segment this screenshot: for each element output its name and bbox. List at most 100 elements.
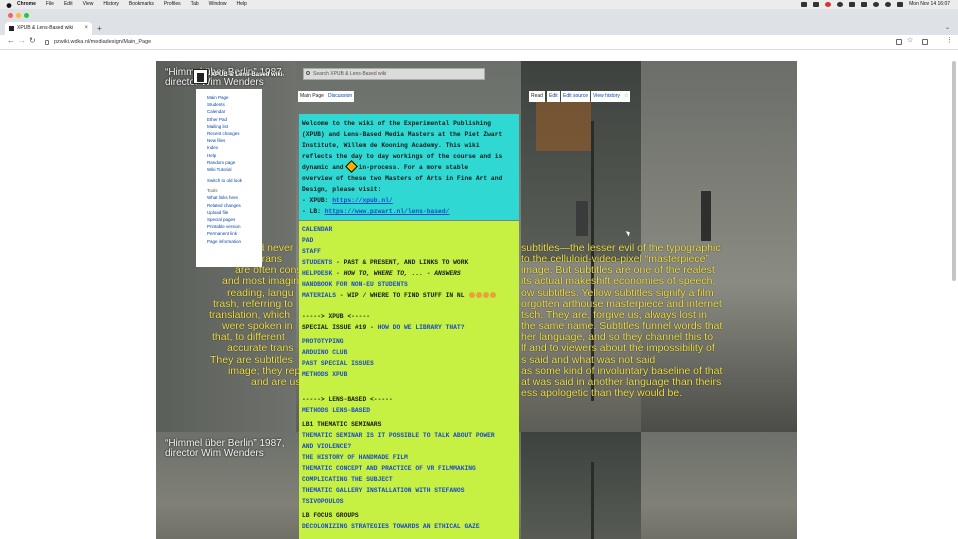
pen-icon[interactable] — [813, 2, 820, 7]
pad-link[interactable]: PAD — [302, 237, 313, 244]
wiki-logo[interactable] — [193, 69, 208, 84]
xpub-url-link[interactable]: https://xpub.nl/ — [332, 197, 392, 204]
watch-star-icon[interactable]: ☆ — [622, 91, 631, 102]
search-icon[interactable] — [885, 2, 892, 7]
side-panel-icon[interactable] — [922, 39, 928, 45]
share-icon[interactable] — [896, 39, 902, 45]
seminar-power-link-cont[interactable]: AND VIOLENCE? — [302, 443, 351, 450]
window-minimize-button[interactable] — [16, 13, 21, 18]
nav-help[interactable]: Help — [207, 152, 262, 159]
special-issue-link[interactable]: HOW DO WE LIBRARY THAT? — [378, 324, 465, 331]
tool-special-pages[interactable]: Special pages — [207, 216, 262, 223]
pedestrian — [701, 191, 711, 241]
back-arrow-icon[interactable]: ← — [7, 36, 15, 45]
lb-label: - LB: — [302, 208, 321, 215]
switch-old-look-link[interactable]: Switch to old look — [207, 177, 262, 184]
status-circle-icon[interactable] — [837, 2, 844, 7]
tab-search-chevron-icon[interactable]: ⌄ — [945, 24, 950, 31]
calendar-link[interactable]: CALENDAR — [302, 226, 332, 233]
browser-menu-icon[interactable]: ⋮ — [946, 36, 953, 44]
cloud-icon[interactable] — [801, 2, 808, 7]
methods-xpub-link[interactable]: METHODS XPUB — [302, 371, 347, 378]
menu-help[interactable]: Help — [236, 0, 246, 9]
materials-link[interactable]: MATERIALS — [302, 292, 336, 299]
clock[interactable]: Mon Nov 14 16:07 — [909, 0, 950, 9]
xpub-label: - XPUB: — [302, 197, 329, 204]
tab-view-history[interactable]: View history — [591, 91, 622, 102]
nav-wiki-tutorial[interactable]: Wiki Tutorial — [207, 166, 262, 173]
nav-random-page[interactable]: Random page — [207, 159, 262, 166]
nav-mailing-list[interactable]: Mailing list — [207, 123, 262, 130]
reload-icon[interactable]: ↻ — [29, 36, 36, 45]
audio-icon[interactable] — [849, 2, 856, 7]
menu-view[interactable]: View — [83, 0, 94, 9]
window-close-button[interactable] — [8, 13, 13, 18]
complicating-subject-link[interactable]: COMPLICATING THE SUBJECT — [302, 476, 393, 483]
tab-edit[interactable]: Edit — [547, 91, 560, 102]
helpdesk-link[interactable]: HELPDESK — [302, 270, 332, 277]
page-scrollbar[interactable] — [952, 61, 956, 281]
gallery-installation-link[interactable]: THEMATIC GALLERY INSTALLATION WITH STEFA… — [302, 487, 465, 494]
window-zoom-button[interactable] — [24, 13, 29, 18]
forward-arrow-icon[interactable]: → — [18, 36, 26, 45]
handbook-link[interactable]: HANDBOOK FOR NON-EU STUDENTS — [302, 281, 408, 288]
play-icon[interactable] — [861, 2, 868, 7]
tool-what-links-here[interactable]: What links here — [207, 194, 262, 201]
methods-lens-based-link[interactable]: METHODS LENS-BASED — [302, 407, 370, 414]
bookmark-star-icon[interactable]: ☆ — [907, 36, 913, 44]
control-center-icon[interactable] — [897, 2, 904, 7]
tab-read[interactable]: Read — [529, 91, 545, 102]
tool-page-information[interactable]: Page information — [207, 238, 262, 245]
menu-edit[interactable]: Edit — [64, 0, 73, 9]
staff-link[interactable]: STAFF — [302, 248, 321, 255]
tab-discussion[interactable]: Discussion — [326, 91, 355, 102]
lock-icon[interactable] — [45, 40, 49, 45]
construction-sign-icon — [344, 160, 358, 173]
video-title-2-line-2: director Wim Wenders — [165, 448, 264, 459]
tool-permanent-link[interactable]: Permanent link — [207, 230, 262, 237]
nav-calendar[interactable]: Calendar — [207, 108, 262, 115]
wiki-search-input[interactable]: Search XPUB & Lens-Based wiki — [303, 68, 485, 80]
prototyping-link[interactable]: PROTOTYPING — [302, 338, 344, 345]
tab-main-page[interactable]: Main Page — [298, 91, 326, 102]
tab-close-icon[interactable]: × — [84, 22, 88, 35]
nav-index[interactable]: Index — [207, 144, 262, 151]
tab-edit-source[interactable]: Edit source — [561, 91, 591, 102]
record-icon[interactable] — [825, 2, 832, 7]
tool-upload-file[interactable]: Upload file — [207, 209, 262, 216]
tool-printable-version[interactable]: Printable version — [207, 223, 262, 230]
menu-app-name[interactable]: Chrome — [17, 0, 36, 9]
wiki-site-name[interactable]: XPUB & Lens-Based wiki — [211, 72, 282, 78]
menu-file[interactable]: File — [46, 0, 54, 9]
students-link[interactable]: STUDENTS — [302, 259, 332, 266]
menu-history[interactable]: History — [103, 0, 119, 9]
nav-new-files[interactable]: New files — [207, 137, 262, 144]
vr-filmmaking-link[interactable]: THEMATIC CONCEPT AND PRACTICE OF VR FILM… — [302, 465, 476, 472]
arduino-club-link[interactable]: ARDUINO CLUB — [302, 349, 347, 356]
emoji-icon — [469, 292, 476, 298]
handmade-film-link[interactable]: THE HISTORY OF HANDMADE FILM — [302, 454, 408, 461]
browser-tab[interactable]: XPUB & Lens-Based wiki × — [5, 22, 92, 35]
new-tab-plus-icon[interactable]: + — [97, 22, 102, 35]
magnifier-icon — [306, 71, 310, 75]
nav-recent-changes[interactable]: Recent changes — [207, 130, 262, 137]
nav-students[interactable]: Students — [207, 101, 262, 108]
wifi-icon[interactable] — [873, 2, 880, 7]
seminar-power-link[interactable]: THEMATIC SEMINAR IS IT POSSIBLE TO TALK … — [302, 432, 495, 439]
decolonizing-link[interactable]: DECOLONIZING STRATEGIES TOWARDS AN ETHIC… — [302, 523, 480, 530]
video-title-2: “Himmel über Berlin” 1987, director Wim … — [165, 439, 285, 459]
address-bar[interactable]: pzwiki.wdka.nl/mediadesign/Main_Page — [40, 37, 890, 48]
menu-window[interactable]: Window — [209, 0, 227, 9]
apple-icon[interactable] — [6, 2, 12, 8]
nav-main-page[interactable]: Main Page — [207, 94, 262, 101]
past-special-issues-link[interactable]: PAST SPECIAL ISSUES — [302, 360, 374, 367]
menu-profiles[interactable]: Profiles — [164, 0, 181, 9]
wiki-search-placeholder: Search XPUB & Lens-Based wiki — [313, 71, 387, 77]
building-center-2 — [521, 432, 641, 539]
menu-tab[interactable]: Tab — [191, 0, 199, 9]
tool-related-changes[interactable]: Related changes — [207, 202, 262, 209]
nav-ether-pad[interactable]: Ether Pad — [207, 116, 262, 123]
menu-bookmarks[interactable]: Bookmarks — [129, 0, 154, 9]
lb-url-link[interactable]: https://www.pzwart.nl/lens-based/ — [325, 208, 450, 215]
gallery-installation-link-cont[interactable]: TSIVOPOULOS — [302, 498, 344, 505]
